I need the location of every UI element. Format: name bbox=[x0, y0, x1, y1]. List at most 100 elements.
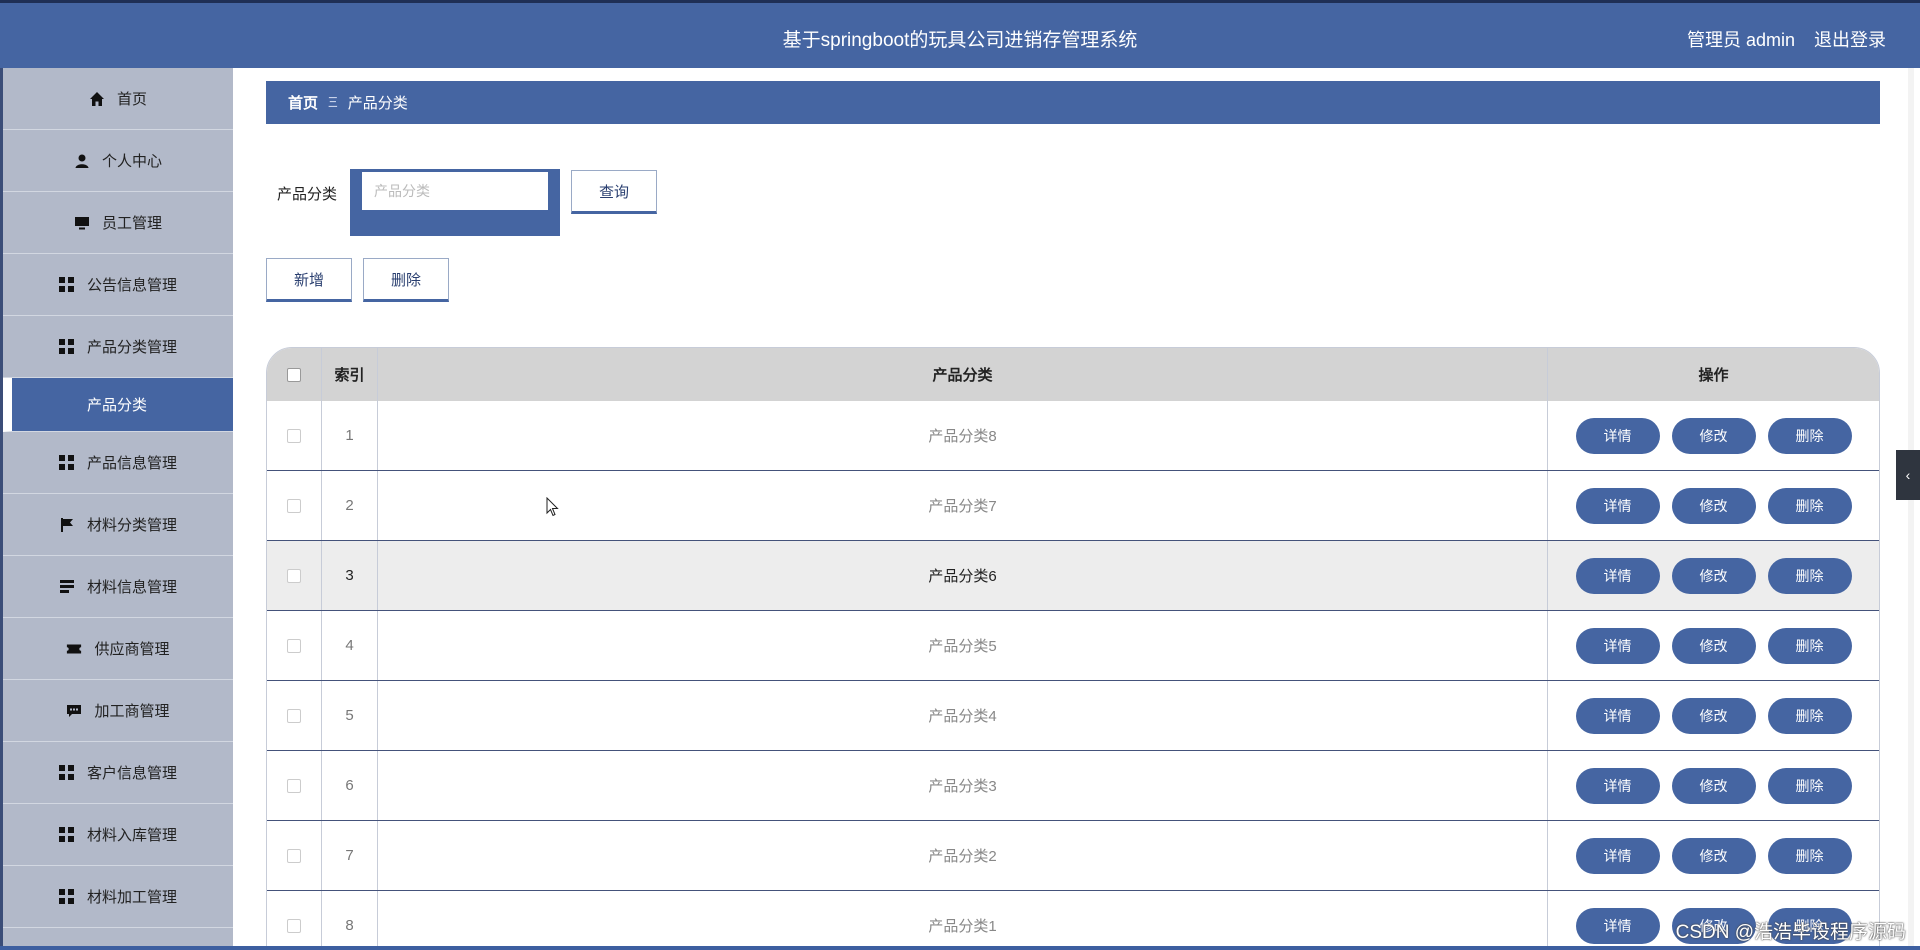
select-all-checkbox[interactable] bbox=[287, 367, 301, 382]
sidebar-item-label: 客户信息管理 bbox=[86, 765, 177, 782]
row-index: 1 bbox=[322, 401, 378, 470]
sidebar-item-product-category[interactable]: 产品分类 bbox=[3, 378, 233, 432]
row-checkbox[interactable] bbox=[287, 568, 301, 583]
row-checkbox[interactable] bbox=[287, 428, 301, 443]
monitor-icon bbox=[74, 215, 90, 231]
sidebar-item-processors[interactable]: 加工商管理 bbox=[3, 680, 233, 742]
sidebar-item-material-processing[interactable]: 材料加工管理 bbox=[3, 866, 233, 928]
sidebar-item-label: 公告信息管理 bbox=[86, 277, 177, 294]
row-checkbox[interactable] bbox=[287, 918, 301, 933]
table-row[interactable]: 6 产品分类3 详情 修改 删除 bbox=[267, 751, 1879, 821]
sidebar-item-material-info[interactable]: 材料信息管理 bbox=[3, 556, 233, 618]
edit-button[interactable]: 修改 bbox=[1671, 837, 1756, 874]
sidebar-item-label: 供应商管理 bbox=[94, 641, 170, 658]
edit-button[interactable]: 修改 bbox=[1671, 627, 1756, 664]
table-row[interactable]: 4 产品分类5 详情 修改 删除 bbox=[267, 611, 1879, 681]
sidebar-item-suppliers[interactable]: 供应商管理 bbox=[3, 618, 233, 680]
row-index: 8 bbox=[322, 891, 378, 949]
detail-button[interactable]: 详情 bbox=[1575, 697, 1660, 734]
delete-button[interactable]: 删除 bbox=[1767, 767, 1852, 804]
sidebar-item-notices[interactable]: 公告信息管理 bbox=[3, 254, 233, 316]
grid-icon bbox=[59, 765, 75, 781]
detail-button[interactable]: 详情 bbox=[1575, 417, 1660, 454]
detail-button[interactable]: 详情 bbox=[1575, 767, 1660, 804]
breadcrumb: 首页 Ξ 产品分类 bbox=[266, 81, 1880, 124]
row-category-name: 产品分类1 bbox=[378, 891, 1548, 949]
query-button[interactable]: 查询 bbox=[571, 170, 657, 214]
detail-button[interactable]: 详情 bbox=[1575, 907, 1660, 944]
edit-button[interactable]: 修改 bbox=[1671, 487, 1756, 524]
row-category-name: 产品分类8 bbox=[378, 401, 1548, 470]
sidebar-item-employees[interactable]: 员工管理 bbox=[3, 192, 233, 254]
table-row[interactable]: 8 产品分类1 详情 修改 删除 bbox=[267, 891, 1879, 949]
search-field-wrapper bbox=[350, 169, 560, 236]
edit-button[interactable]: 修改 bbox=[1671, 767, 1756, 804]
sidebar-item-label: 加工商管理 bbox=[94, 703, 170, 720]
edit-button[interactable]: 修改 bbox=[1671, 557, 1756, 594]
page-scrollbar[interactable] bbox=[1908, 68, 1914, 950]
delete-button[interactable]: 删除 bbox=[1767, 697, 1852, 734]
row-category-name: 产品分类5 bbox=[378, 611, 1548, 680]
row-index: 6 bbox=[322, 751, 378, 820]
grid-icon bbox=[59, 339, 75, 355]
user-icon bbox=[74, 153, 90, 169]
table-row[interactable]: 2 产品分类7 详情 修改 删除 bbox=[267, 471, 1879, 541]
detail-button[interactable]: 详情 bbox=[1575, 557, 1660, 594]
row-index: 2 bbox=[322, 471, 378, 540]
data-table: 索引 产品分类 操作 1 产品分类8 详情 修改 删除 2 产品分类7 详情 修… bbox=[266, 347, 1880, 950]
sidebar-item-label: 个人中心 bbox=[101, 153, 162, 170]
row-checkbox[interactable] bbox=[287, 778, 301, 793]
watermark: CSDN @浩浩毕设程序源码 bbox=[1675, 922, 1906, 943]
table-row[interactable]: 1 产品分类8 详情 修改 删除 bbox=[267, 401, 1879, 471]
bottom-bar bbox=[0, 946, 1920, 950]
edit-button[interactable]: 修改 bbox=[1671, 697, 1756, 734]
batch-delete-button[interactable]: 删除 bbox=[363, 258, 449, 302]
delete-button[interactable]: 删除 bbox=[1767, 837, 1852, 874]
row-index: 4 bbox=[322, 611, 378, 680]
logout-link[interactable]: 退出登录 bbox=[1814, 30, 1886, 50]
table-row[interactable]: 3 产品分类6 详情 修改 删除 bbox=[267, 541, 1879, 611]
table-row[interactable]: 5 产品分类4 详情 修改 删除 bbox=[267, 681, 1879, 751]
app-title: 基于springboot的玩具公司进销存管理系统 bbox=[782, 30, 1138, 51]
row-checkbox[interactable] bbox=[287, 638, 301, 653]
row-checkbox[interactable] bbox=[287, 498, 301, 513]
row-category-name: 产品分类3 bbox=[378, 751, 1548, 820]
home-icon bbox=[89, 91, 105, 107]
row-index: 3 bbox=[322, 541, 378, 610]
sidebar-item-label: 员工管理 bbox=[101, 215, 162, 232]
detail-button[interactable]: 详情 bbox=[1575, 627, 1660, 664]
sidebar: 首页 个人中心 员工管理 公告信息管理 产品分类管理 产品分类 产品信息管理 材… bbox=[0, 68, 233, 950]
sidebar-item-label: 材料分类管理 bbox=[86, 517, 177, 534]
delete-button[interactable]: 删除 bbox=[1767, 627, 1852, 664]
sidebar-item-material-inbound[interactable]: 材料入库管理 bbox=[3, 804, 233, 866]
sidebar-item-customers[interactable]: 客户信息管理 bbox=[3, 742, 233, 804]
row-checkbox[interactable] bbox=[287, 708, 301, 723]
row-category-name: 产品分类4 bbox=[378, 681, 1548, 750]
sidebar-item-home[interactable]: 首页 bbox=[3, 68, 233, 130]
detail-button[interactable]: 详情 bbox=[1575, 837, 1660, 874]
row-checkbox[interactable] bbox=[287, 848, 301, 863]
grid-icon bbox=[59, 827, 75, 843]
delete-button[interactable]: 删除 bbox=[1767, 557, 1852, 594]
sidebar-item-label: 产品分类管理 bbox=[86, 339, 177, 356]
breadcrumb-home[interactable]: 首页 bbox=[288, 92, 318, 113]
user-area: 管理员 admin 退出登录 bbox=[1687, 26, 1886, 52]
sidebar-item-material-category[interactable]: 材料分类管理 bbox=[3, 494, 233, 556]
sidebar-item-product-info[interactable]: 产品信息管理 bbox=[3, 432, 233, 494]
delete-button[interactable]: 删除 bbox=[1767, 417, 1852, 454]
sidebar-item-label: 首页 bbox=[116, 91, 147, 108]
detail-button[interactable]: 详情 bbox=[1575, 487, 1660, 524]
mouse-cursor-icon bbox=[546, 496, 560, 522]
search-label: 产品分类 bbox=[277, 186, 338, 203]
delete-button[interactable]: 删除 bbox=[1767, 487, 1852, 524]
collapse-chevron-icon[interactable]: ‹ bbox=[1896, 450, 1920, 500]
edit-button[interactable]: 修改 bbox=[1671, 417, 1756, 454]
sidebar-item-profile[interactable]: 个人中心 bbox=[3, 130, 233, 192]
row-category-name: 产品分类2 bbox=[378, 821, 1548, 890]
sidebar-item-product-category-mgmt[interactable]: 产品分类管理 bbox=[3, 316, 233, 378]
search-input[interactable] bbox=[362, 172, 548, 210]
add-button[interactable]: 新增 bbox=[266, 258, 352, 302]
column-header-ops: 操作 bbox=[1698, 367, 1729, 384]
sidebar-item-label: 材料入库管理 bbox=[86, 827, 177, 844]
table-row[interactable]: 7 产品分类2 详情 修改 删除 bbox=[267, 821, 1879, 891]
